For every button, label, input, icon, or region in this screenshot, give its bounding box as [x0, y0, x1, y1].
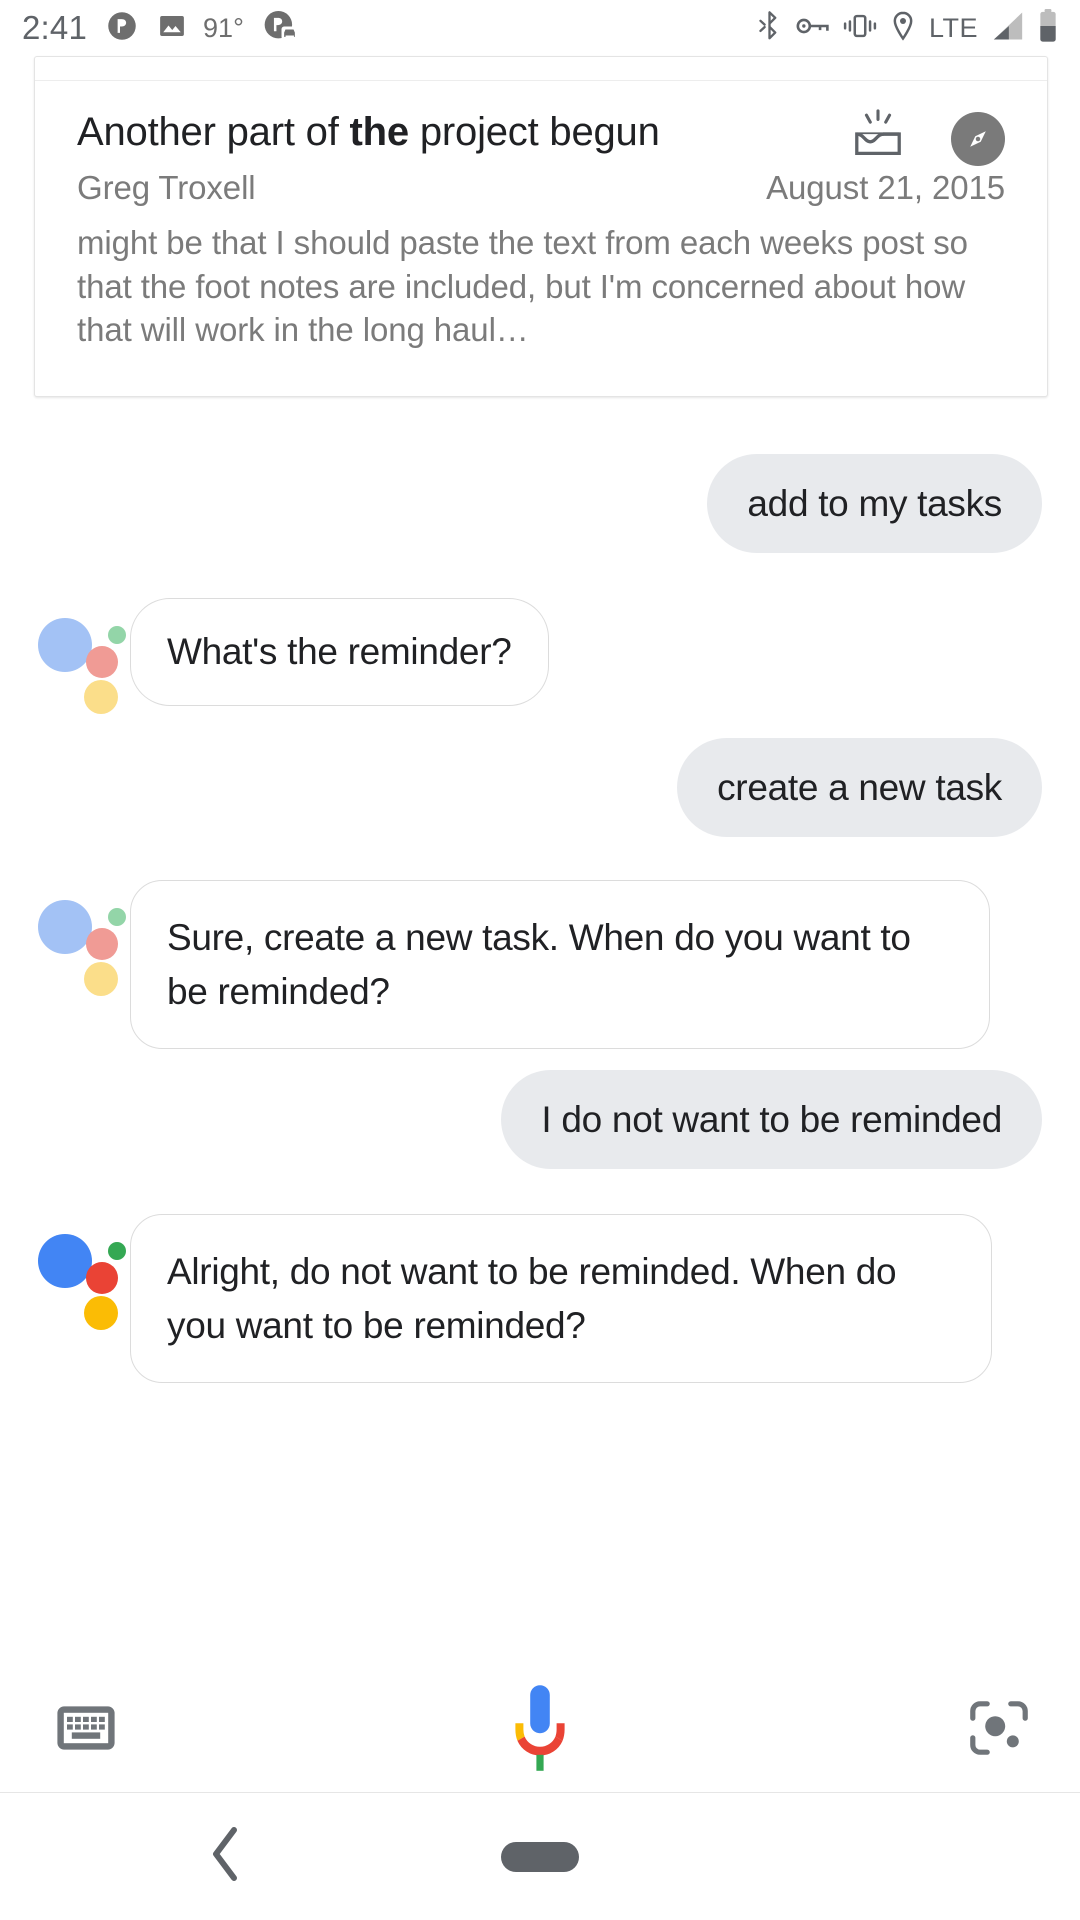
chat-row-user-2: create a new task: [677, 738, 1042, 838]
email-subject-highlight: the: [349, 110, 410, 154]
assistant-logo-icon: [34, 886, 130, 996]
email-card-body: Another part of the project begun Greg T…: [35, 81, 1047, 396]
email-date: August 21, 2015: [766, 169, 1005, 206]
assistant-dot-green: [108, 908, 126, 926]
battery-icon: [1038, 8, 1058, 48]
email-subject-part2: project begun: [408, 110, 660, 154]
assistant-logo-icon: [34, 1220, 130, 1330]
assistant-dot-blue: [38, 1234, 92, 1288]
open-inbox-icon[interactable]: [849, 109, 907, 168]
location-pin-icon: [890, 11, 916, 46]
signal-bars-icon: [991, 11, 1025, 46]
email-card-icons: [849, 109, 1005, 168]
status-bar-right: LTE: [756, 8, 1058, 48]
assistant-dot-blue: [38, 618, 92, 672]
assistant-dot-green: [108, 1242, 126, 1260]
chat-row-assistant-2: Sure, create a new task. When do you wan…: [34, 880, 990, 1050]
status-bar-left: 2:41 91°: [22, 9, 298, 47]
status-clock: 2:41: [22, 9, 88, 46]
image-icon: [157, 11, 187, 46]
chat-row-assistant-1: What's the reminder?: [34, 598, 549, 714]
email-result-card[interactable]: Another part of the project begun Greg T…: [34, 56, 1048, 397]
assistant-dot-red: [86, 646, 118, 678]
network-type-label: LTE: [928, 12, 978, 43]
user-message-bubble[interactable]: create a new task: [677, 738, 1042, 838]
email-meta-row: Greg Troxell August 21, 2015: [77, 169, 1005, 207]
vpn-key-icon: [796, 13, 830, 44]
user-message-bubble[interactable]: add to my tasks: [707, 454, 1042, 554]
phone-screen: 2:41 91° LTE Another part of the project…: [0, 0, 1080, 1920]
explore-compass-icon[interactable]: [951, 111, 1005, 166]
assistant-dot-yellow: [84, 680, 118, 714]
home-pill[interactable]: [501, 1841, 579, 1872]
assistant-input-toolbar: [0, 1668, 1080, 1792]
chat-row-user-1: add to my tasks: [707, 454, 1042, 554]
assistant-message-bubble[interactable]: Alright, do not want to be reminded. Whe…: [130, 1214, 992, 1384]
assistant-dot-blue: [38, 900, 92, 954]
pushbullet-icon: [107, 11, 137, 46]
assistant-dot-green: [108, 626, 126, 644]
keyboard-icon[interactable]: [55, 1702, 117, 1759]
chat-row-assistant-3: Alright, do not want to be reminded. Whe…: [34, 1214, 992, 1384]
email-sender: Greg Troxell: [77, 169, 256, 206]
assistant-dot-red: [86, 1262, 118, 1294]
conversation-scroll-area[interactable]: Another part of the project begun Greg T…: [0, 56, 1080, 1692]
card-previous-section-divider: [35, 57, 1047, 81]
assistant-dot-red: [86, 928, 118, 960]
assistant-message-bubble[interactable]: What's the reminder?: [130, 598, 549, 706]
pushbullet-car-icon: [264, 10, 298, 47]
chat-row-user-3: I do not want to be reminded: [501, 1070, 1042, 1170]
temperature-label: 91°: [203, 12, 244, 43]
user-message-bubble[interactable]: I do not want to be reminded: [501, 1070, 1042, 1170]
assistant-message-bubble[interactable]: Sure, create a new task. When do you wan…: [130, 880, 990, 1050]
back-icon[interactable]: [208, 1826, 242, 1887]
email-snippet: might be that I should paste the text fr…: [77, 224, 968, 349]
google-mic-icon[interactable]: [503, 1682, 577, 1779]
email-subject-part1: Another part of: [77, 110, 350, 154]
bluetooth-icon: [756, 10, 783, 46]
vibrate-icon: [843, 12, 877, 45]
assistant-dot-yellow: [84, 962, 118, 996]
google-lens-icon[interactable]: [968, 1699, 1030, 1762]
status-bar: 2:41 91° LTE: [0, 0, 1080, 56]
assistant-logo-icon: [34, 604, 130, 714]
android-nav-bar: [0, 1792, 1080, 1920]
assistant-dot-yellow: [84, 1296, 118, 1330]
